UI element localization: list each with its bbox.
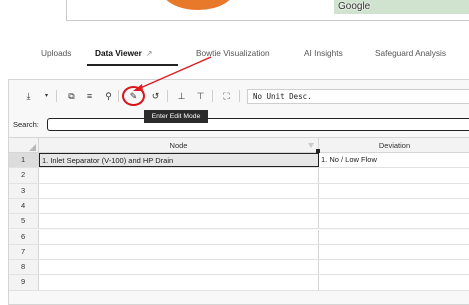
row-number[interactable]: 1 [9,153,39,168]
table-row[interactable]: 8 [9,260,469,276]
deviation-cell[interactable] [319,184,469,198]
toolbar-divider [56,90,57,102]
active-tab-indicator [87,64,178,66]
tab-bowtie-visualization[interactable]: Bowtie Visualization [196,43,270,63]
tab-bar: Uploads Data Viewer ↗ Bowtie Visualizatio… [20,43,469,67]
node-cell[interactable] [39,168,319,183]
align-bottom-icon[interactable]: ⊥ [175,90,188,103]
search-row: Search: [9,117,469,131]
map-logo: Google [338,1,371,12]
node-cell[interactable] [39,198,319,214]
row-number[interactable]: 9 [9,275,39,290]
sort-icon[interactable]: ≡ [83,90,96,103]
external-link-icon[interactable]: ↗ [146,44,153,64]
deviation-cell[interactable]: 1. No / Low Flow [319,153,469,167]
deviation-cell[interactable] [319,199,469,213]
tab-safeguard-analysis[interactable]: Safeguard Analysis [375,43,446,63]
filter-icon[interactable] [308,143,314,148]
toolbar-divider [212,90,213,102]
top-panel: Google [66,0,469,21]
table-row[interactable]: 3 [9,183,469,199]
toolbar-divider [167,90,168,102]
row-number[interactable]: 2 [9,168,39,183]
deviation-cell[interactable] [319,275,469,289]
dropdown-icon[interactable]: ▾ [40,90,53,103]
column-header-deviation[interactable]: Deviation [319,137,469,153]
table-row[interactable]: 4 [9,198,469,215]
node-cell[interactable]: 1. Inlet Separator (V-100) and HP Drain [39,153,319,168]
node-cell[interactable] [39,260,319,275]
table-row[interactable]: 7 [9,244,469,261]
unit-description-select[interactable]: No Unit Desc. [247,89,469,104]
node-cell[interactable] [39,214,319,229]
node-cell[interactable] [39,275,319,290]
edit-mode-tooltip: Enter Edit Mode [144,110,208,123]
grid-toolbar: ⤓ ▾ ⧉ ≡ ⚲ ✎ ↺ ⊥ ⊤ ⛶ No Unit Desc. [9,80,469,113]
row-number[interactable]: 8 [9,260,39,275]
table-row[interactable]: 2 [9,168,469,184]
row-number[interactable]: 5 [9,214,39,229]
deviation-cell[interactable] [319,245,469,259]
search-input[interactable] [47,118,469,131]
tab-data-viewer[interactable]: Data Viewer ↗ [95,43,153,63]
node-cell[interactable] [39,244,319,260]
table-row[interactable]: 9 [9,275,469,291]
history-icon[interactable]: ↺ [149,90,162,103]
table-row[interactable]: 1 1. Inlet Separator (V-100) and HP Drai… [9,153,469,169]
data-grid: ⤓ ▾ ⧉ ≡ ⚲ ✎ ↺ ⊥ ⊤ ⛶ No Unit Desc. Enter … [8,79,469,305]
copy-icon[interactable]: ⧉ [65,90,78,103]
node-cell[interactable] [39,183,319,198]
table-row[interactable]: 6 [9,229,469,245]
find-icon[interactable]: ⚲ [102,90,115,103]
tab-ai-insights[interactable]: AI Insights [304,43,343,63]
row-number[interactable]: 3 [9,183,39,198]
column-header-node[interactable]: Node [39,137,319,153]
align-top-icon[interactable]: ⊤ [194,90,207,103]
fullscreen-icon[interactable]: ⛶ [220,90,233,103]
orange-chart-shape [161,0,235,10]
edit-mode-highlight [122,86,145,106]
select-all-corner[interactable] [9,137,39,153]
toolbar-divider [118,90,119,102]
fill-handle[interactable] [316,149,320,153]
deviation-cell[interactable] [319,168,469,182]
row-number[interactable]: 6 [9,229,39,244]
download-icon[interactable]: ⤓ [22,90,35,103]
toolbar-divider [239,90,240,102]
deviation-cell[interactable] [319,260,469,274]
row-number[interactable]: 4 [9,198,39,214]
deviation-cell[interactable] [319,230,469,244]
table-row[interactable]: 5 [9,214,469,230]
deviation-cell[interactable] [319,214,469,228]
row-number[interactable]: 7 [9,244,39,260]
tab-uploads[interactable]: Uploads [41,43,71,63]
search-label: Search: [13,120,39,129]
node-cell[interactable] [39,229,319,244]
